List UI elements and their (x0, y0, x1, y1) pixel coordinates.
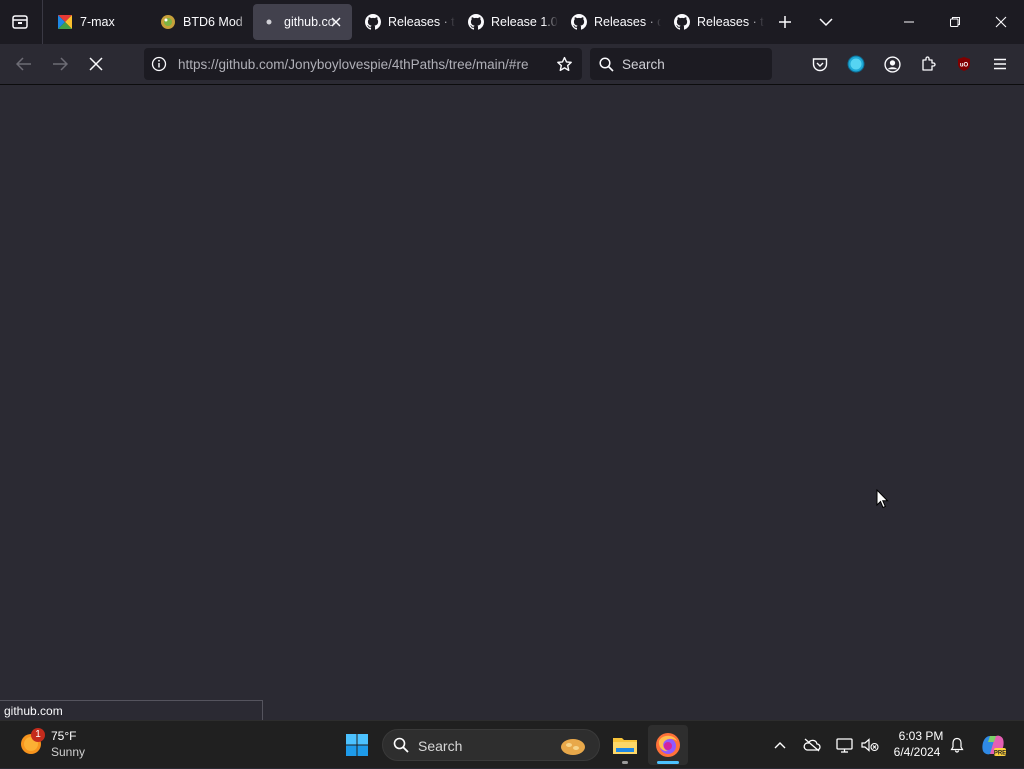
file-explorer-taskbar-button[interactable] (608, 725, 642, 765)
tab-label: BTD6 Mod (183, 15, 243, 29)
back-button[interactable] (10, 50, 38, 78)
svg-text:uO: uO (960, 63, 969, 69)
speaker-muted-icon (861, 738, 879, 752)
search-bar[interactable]: Search (590, 48, 772, 80)
globe-extension-icon (847, 55, 865, 73)
github-icon (365, 14, 381, 30)
forward-button[interactable] (46, 50, 74, 78)
firefox-view-icon (12, 15, 28, 29)
btd6-icon (160, 14, 176, 30)
firefox-icon (656, 733, 680, 757)
menu-button[interactable] (988, 52, 1012, 76)
pocket-icon (812, 57, 828, 71)
mouse-cursor-icon (876, 489, 889, 509)
tab-bar: 7-max BTD6 Mod github.co Releases · t Re… (0, 0, 1024, 44)
forward-arrow-icon (53, 57, 68, 71)
tab-releases-2[interactable]: Releases · d (561, 4, 661, 40)
page-content-area (0, 85, 1024, 720)
github-icon (468, 14, 484, 30)
tab-label: Releases · t (697, 15, 764, 29)
network-monitor-icon (835, 737, 853, 753)
restore-button[interactable] (932, 0, 978, 44)
tab-label: Releases · t (388, 15, 455, 29)
taskbar-search-placeholder: Search (418, 738, 463, 754)
stop-button[interactable] (82, 50, 110, 78)
firefox-view-button[interactable] (8, 10, 32, 34)
close-window-button[interactable] (978, 0, 1024, 44)
plus-icon (779, 16, 791, 28)
tab-label: Releases · d (594, 15, 661, 29)
running-indicator (622, 761, 628, 764)
list-all-tabs-button[interactable] (814, 10, 838, 34)
chevron-up-icon (774, 742, 786, 749)
tab-btd6-mod[interactable]: BTD6 Mod (150, 4, 250, 40)
tab-release-1-0[interactable]: Release 1.0 (458, 4, 558, 40)
bookmark-star-button[interactable] (554, 54, 574, 74)
search-placeholder: Search (622, 57, 665, 72)
weather-temperature: 75°F (51, 729, 77, 743)
clock-time[interactable]: 6:03 PM (893, 729, 949, 743)
stop-icon (89, 57, 103, 71)
copilot-icon: PRE (982, 735, 1006, 757)
clock-date[interactable]: 6/4/2024 (886, 745, 948, 759)
start-button[interactable] (340, 729, 374, 761)
copilot-button[interactable]: PRE (978, 729, 1008, 761)
extensions-button[interactable] (916, 52, 940, 76)
pocket-button[interactable] (808, 52, 832, 76)
account-icon (883, 55, 901, 73)
github-icon (674, 14, 690, 30)
bell-icon (950, 737, 964, 753)
search-icon (393, 737, 409, 753)
windows-taskbar: 1 75°F Sunny Search 6:03 PM 6/4/2024 PRE (0, 720, 1024, 768)
status-panel: github.com (0, 700, 263, 720)
tab-7-max[interactable]: 7-max (47, 4, 147, 40)
weather-badge: 1 (31, 728, 45, 742)
taskbar-search[interactable]: Search (382, 729, 600, 761)
svg-text:PRE: PRE (994, 751, 1006, 757)
search-icon (598, 56, 614, 72)
github-icon (571, 14, 587, 30)
ublock-button[interactable]: uO (952, 52, 976, 76)
minimize-icon (904, 21, 914, 23)
network-button[interactable] (832, 733, 856, 757)
onedrive-button[interactable] (800, 733, 824, 757)
active-indicator (657, 761, 679, 764)
notifications-button[interactable] (946, 733, 968, 757)
account-button[interactable] (880, 52, 904, 76)
windows-logo-icon (346, 734, 368, 756)
url-text[interactable]: https://github.com/Jonyboylovespie/4thPa… (178, 57, 546, 72)
volume-button[interactable] (858, 733, 882, 757)
tab-releases-3[interactable]: Releases · t (664, 4, 764, 40)
tab-releases-1[interactable]: Releases · t (355, 4, 455, 40)
tab-label: Release 1.0 (491, 15, 558, 29)
new-tab-button[interactable] (773, 10, 797, 34)
site-info-icon[interactable] (150, 55, 168, 73)
weather-condition: Sunny (51, 745, 86, 759)
search-highlight-icon (561, 739, 585, 755)
back-arrow-icon (16, 57, 31, 71)
close-icon (331, 17, 341, 27)
folder-icon (613, 738, 637, 754)
firefox-taskbar-button[interactable] (648, 725, 688, 765)
tab-separator (42, 0, 43, 44)
star-icon (556, 56, 572, 71)
extension-globe-button[interactable] (844, 52, 868, 76)
ublock-icon: uO (958, 57, 970, 71)
tab-github-active[interactable]: github.co (253, 4, 352, 40)
cloud-offline-icon (803, 738, 821, 752)
seven-max-icon (57, 14, 73, 30)
show-hidden-icons-button[interactable] (770, 733, 790, 757)
chevron-down-icon (819, 18, 833, 27)
tab-close-button[interactable] (328, 14, 344, 30)
tab-label: 7-max (80, 15, 115, 29)
hamburger-icon (994, 58, 1006, 70)
address-bar[interactable]: https://github.com/Jonyboylovespie/4thPa… (144, 48, 582, 80)
restore-icon (950, 17, 960, 27)
puzzle-icon (922, 56, 936, 71)
close-icon (995, 16, 1007, 28)
minimize-button[interactable] (886, 0, 932, 44)
loading-dot-icon (261, 14, 277, 30)
